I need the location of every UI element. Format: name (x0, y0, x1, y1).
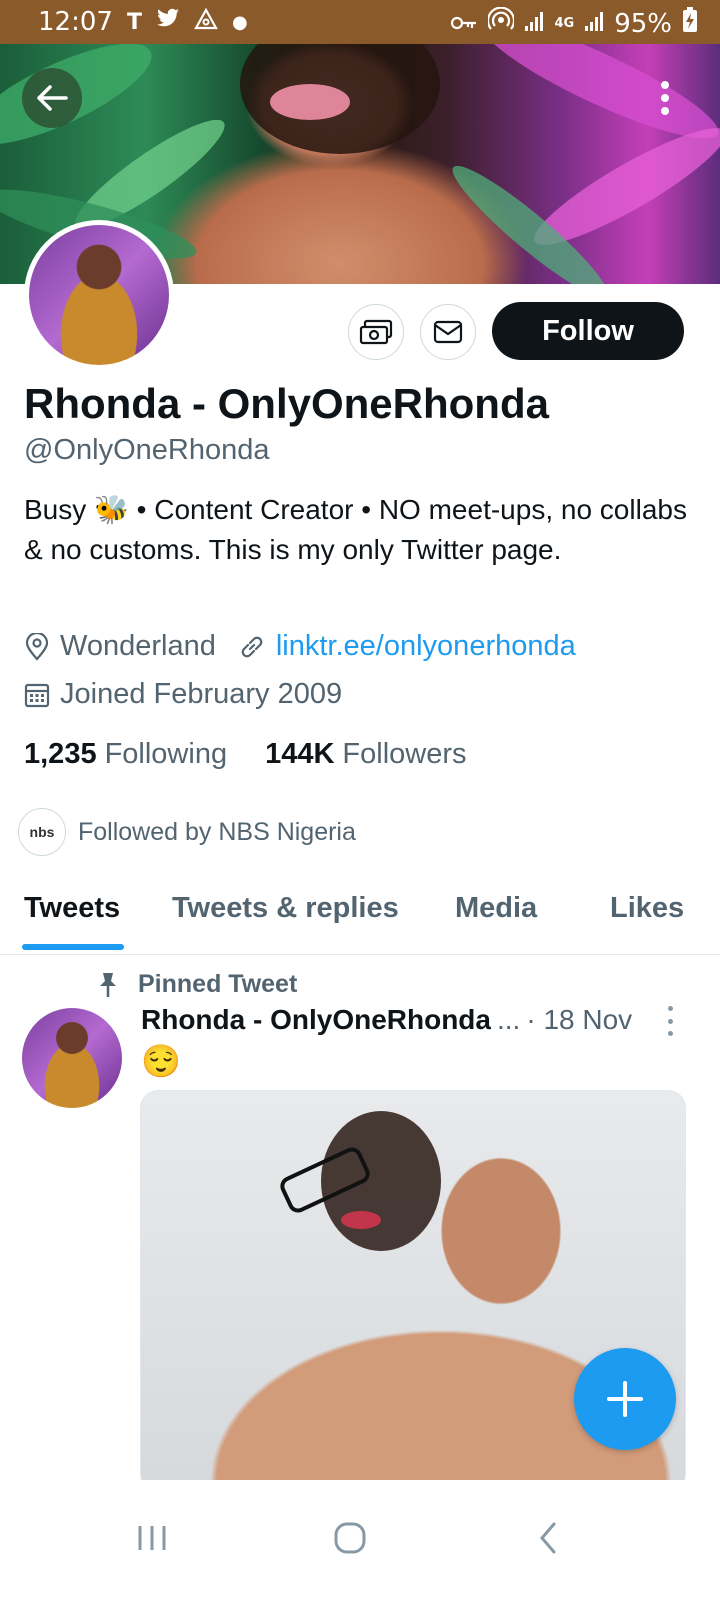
joined-row: Joined February 2009 (24, 678, 342, 711)
joined-date: Joined February 2009 (60, 678, 343, 710)
dot-icon (667, 1031, 673, 1036)
location-icon (24, 632, 50, 661)
message-button[interactable] (420, 304, 476, 360)
recents-icon (138, 1526, 166, 1550)
profile-meta-row: Wonderland linktr.ee/onlyonerhonda (24, 630, 576, 663)
tweet-text: 😌 (141, 1043, 181, 1079)
pinned-tweet-label: Pinned Tweet (138, 970, 298, 998)
notification-dot-icon: ● (231, 11, 248, 33)
profile-bio: Busy 🐝 • Content Creator • NO meet-ups, … (24, 494, 687, 565)
tweet-author-name[interactable]: Rhonda - OnlyOneRhonda (141, 1004, 491, 1036)
profile-handle: @OnlyOneRhonda (24, 434, 270, 466)
tab-likes[interactable]: Likes (610, 892, 684, 925)
status-bar: 12:07 T ● 4G 95% (0, 0, 720, 44)
android-nav-bar (0, 1480, 720, 1600)
tmobile-icon: T (126, 9, 142, 35)
profile-location: Wonderland (60, 630, 216, 662)
tweet-header: Rhonda - OnlyOneRhonda ... · 18 Nov (141, 1004, 681, 1036)
signal-icon (524, 9, 544, 39)
tweet-timestamp[interactable]: · 18 Nov (526, 1004, 632, 1036)
following-label[interactable]: Following (105, 738, 228, 771)
plus-icon (607, 1381, 643, 1417)
followers-count[interactable]: 144K (265, 738, 334, 771)
battery-percent: 95% (614, 8, 672, 39)
network-type-icon: 4G (554, 15, 575, 31)
signal-icon-2 (584, 9, 604, 39)
profile-name: Rhonda - OnlyOneRhonda (24, 380, 549, 427)
vertical-dots-icon (661, 81, 669, 115)
tweet-more-button[interactable] (660, 1006, 680, 1036)
avatar-image (29, 225, 169, 365)
chevron-left-icon (540, 1522, 556, 1554)
nbs-avatar: nbs (18, 808, 66, 856)
profile-avatar[interactable] (24, 220, 174, 370)
battery-icon (682, 7, 698, 40)
back-button[interactable] (22, 68, 82, 128)
key-icon (450, 9, 478, 39)
pin-icon (96, 971, 120, 999)
more-options-button[interactable] (640, 70, 690, 126)
calendar-icon (24, 682, 50, 708)
followed-by-row[interactable]: nbs Followed by NBS Nigeria (18, 808, 356, 856)
money-icon (359, 319, 393, 345)
followed-by-text: Followed by NBS Nigeria (78, 817, 356, 846)
dot-icon (667, 1006, 673, 1011)
tab-media[interactable]: Media (455, 892, 537, 925)
profile-link[interactable]: linktr.ee/onlyonerhonda (276, 630, 576, 663)
followers-label[interactable]: Followers (342, 738, 466, 771)
status-time: 12:07 (38, 7, 113, 37)
tab-tweets-replies[interactable]: Tweets & replies (172, 892, 399, 925)
home-button[interactable] (320, 1508, 380, 1568)
tab-tweets[interactable]: Tweets (24, 892, 120, 925)
follow-stats: 1,235 Following 144K Followers (24, 738, 467, 771)
recent-apps-button[interactable] (122, 1508, 182, 1568)
link-icon (238, 633, 266, 661)
back-nav-button[interactable] (518, 1508, 578, 1568)
arrow-left-icon (37, 85, 68, 111)
twitter-bird-icon (156, 8, 180, 36)
tweet-name-ellipsis: ... (497, 1004, 521, 1035)
envelope-icon (433, 320, 463, 344)
compose-tweet-button[interactable] (574, 1348, 676, 1450)
triangle-icon (194, 7, 218, 36)
active-tab-indicator (22, 944, 124, 950)
tip-button[interactable] (348, 304, 404, 360)
home-circle-icon (334, 1522, 366, 1554)
following-count[interactable]: 1,235 (24, 738, 97, 771)
tweet-author-avatar[interactable] (22, 1008, 122, 1108)
dot-icon (667, 1018, 673, 1024)
hotspot-icon (487, 6, 516, 40)
pinned-label-row: Pinned Tweet (96, 970, 297, 999)
follow-button[interactable]: Follow (492, 302, 684, 360)
